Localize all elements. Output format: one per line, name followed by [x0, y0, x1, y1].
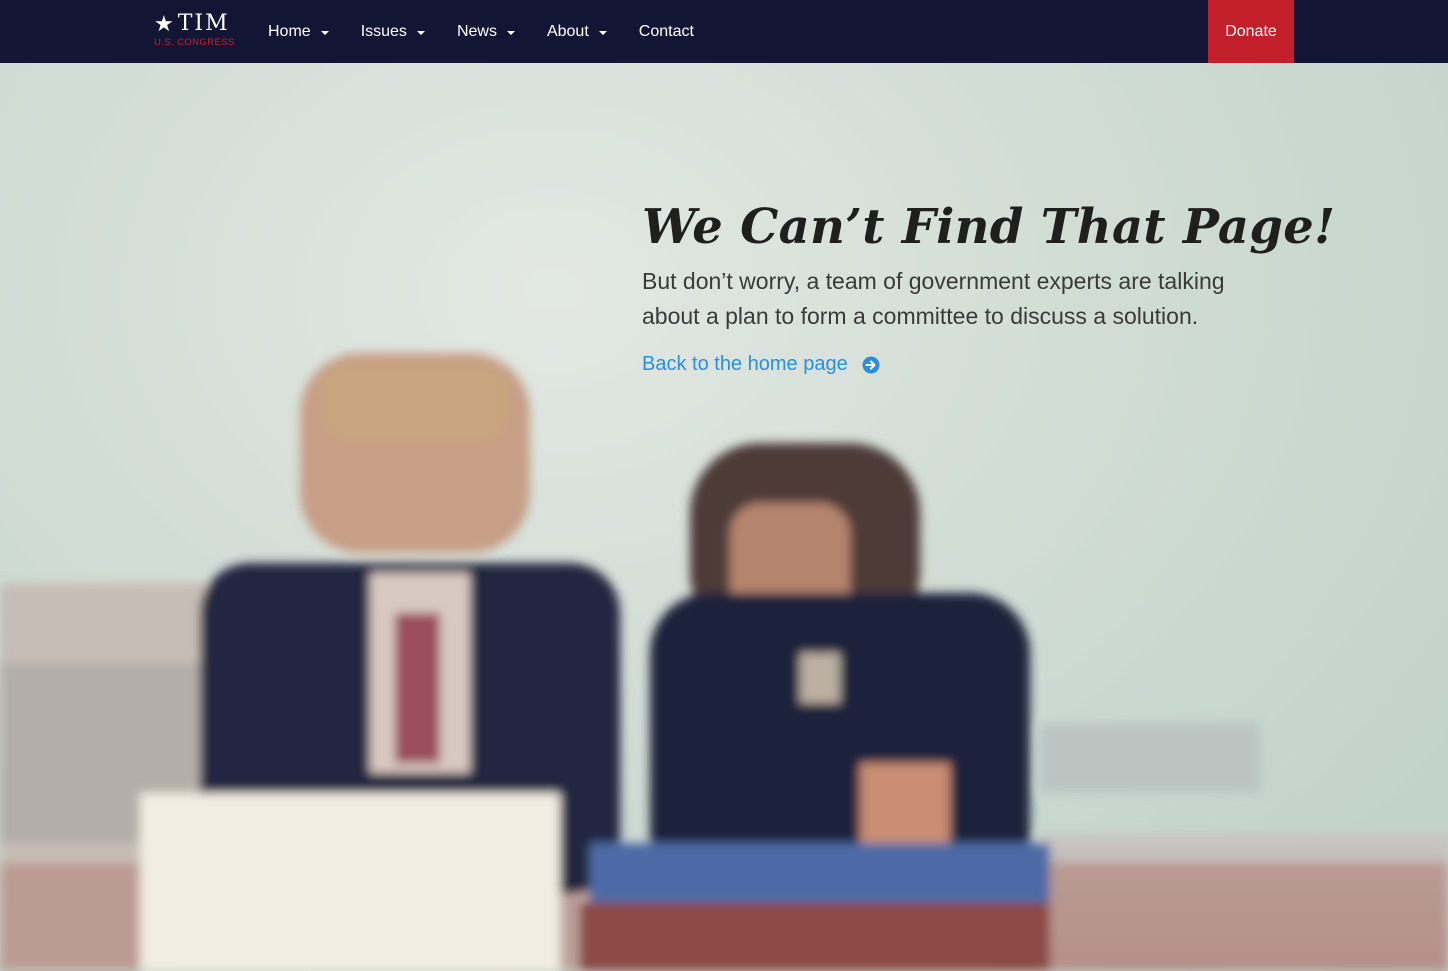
main-menu: Home Issues News About Contact	[268, 0, 726, 63]
back-home-link-label: Back to the home page	[642, 353, 848, 375]
arrow-circle-right-icon	[862, 356, 880, 374]
nav-item-label: News	[456, 22, 497, 40]
nav-item-news[interactable]: News	[457, 0, 515, 63]
nav-item-label: Issues	[360, 22, 407, 40]
nav-item-label: Home	[268, 22, 311, 40]
page-title: We Can’t Find That Page!	[642, 199, 1336, 255]
logo-subtitle: U.S. CONGRESS	[154, 37, 235, 48]
nav-item-label: About	[546, 22, 589, 40]
nav-item-home[interactable]: Home	[268, 0, 329, 63]
nav-item-issues[interactable]: Issues	[361, 0, 425, 63]
nav-item-about[interactable]: About	[547, 0, 607, 63]
top-navbar: ★ TIM U.S. CONGRESS Home Issues News Abo…	[0, 0, 1448, 63]
logo-name: TIM	[177, 11, 230, 36]
back-home-link[interactable]: Back to the home page	[642, 353, 880, 376]
caret-down-icon	[320, 30, 329, 35]
error-description: But don’t worry, a team of government ex…	[642, 268, 1225, 329]
logo-wordmark: ★ TIM	[154, 12, 238, 36]
donate-button[interactable]: Donate	[1208, 0, 1294, 63]
hero-404: We Can’t Find That Page! But don’t worry…	[0, 63, 1448, 971]
star-icon: ★	[154, 11, 174, 36]
caret-down-icon	[416, 30, 425, 35]
caret-down-icon	[598, 30, 607, 35]
nav-item-contact[interactable]: Contact	[639, 0, 694, 63]
site-logo[interactable]: ★ TIM U.S. CONGRESS	[154, 12, 238, 52]
error-message: We Can’t Find That Page! But don’t worry…	[642, 198, 1336, 376]
caret-down-icon	[506, 30, 515, 35]
nav-item-label: Contact	[638, 22, 694, 40]
